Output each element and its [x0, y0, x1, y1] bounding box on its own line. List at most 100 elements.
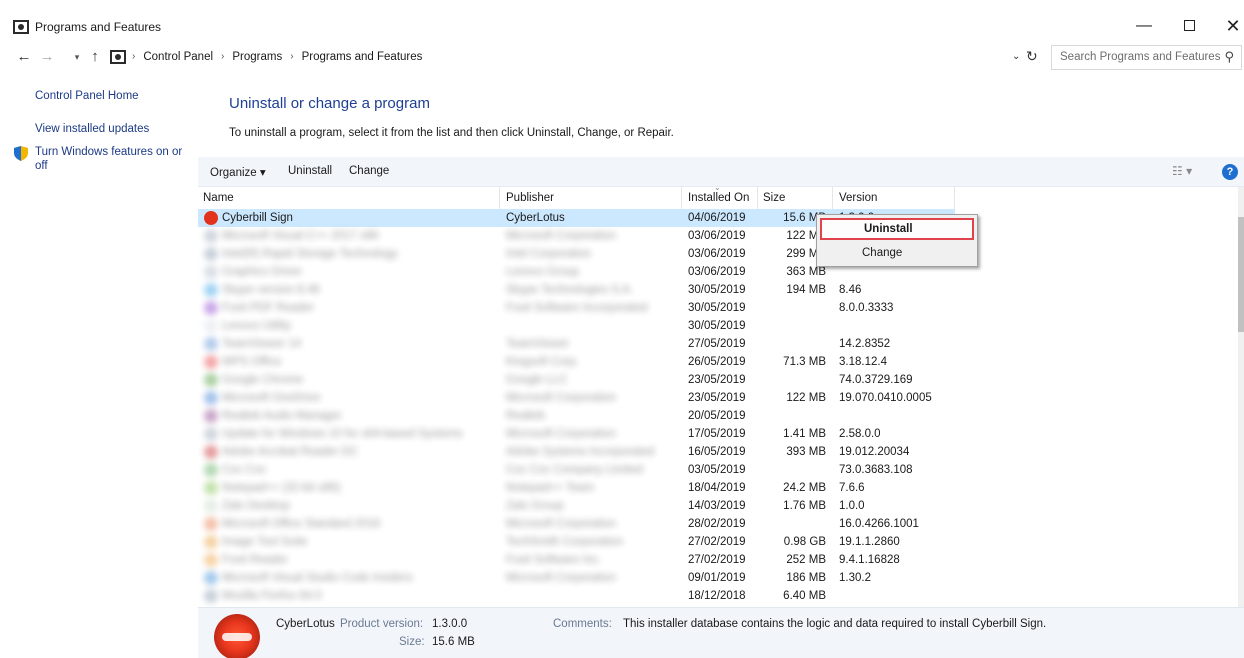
search-input[interactable] [1060, 46, 1220, 68]
refresh-icon[interactable]: ↻ [1026, 48, 1038, 65]
program-version: 8.46 [839, 284, 862, 296]
table-row[interactable]: Intel(R) Rapid Storage Technology Intel C… [198, 245, 1238, 263]
details-comments-label: Comments: [553, 618, 612, 630]
table-row[interactable]: Skype version 8.46 Skype Technologies S.A… [198, 281, 1238, 299]
vertical-scrollbar[interactable] [1238, 187, 1244, 607]
view-installed-updates-link[interactable]: View installed updates [35, 123, 149, 135]
program-publisher: Foxit Software Incorporated [506, 302, 648, 314]
uninstall-button[interactable]: Uninstall [288, 165, 332, 177]
organize-button[interactable]: Organize ▾ [210, 165, 266, 179]
program-version: 7.6.6 [839, 482, 865, 494]
table-row[interactable]: Lenovo Utility 30/05/2019 [198, 317, 1238, 335]
instructions-text: To uninstall a program, select it from t… [229, 127, 674, 139]
program-installed-on: 09/01/2019 [688, 572, 746, 584]
table-row[interactable]: Foxit PDF Reader Foxit Software Incorpora… [198, 299, 1238, 317]
program-name: Foxit PDF Reader [222, 302, 315, 314]
program-icon [204, 355, 218, 369]
close-button[interactable]: ✕ [1218, 16, 1244, 36]
details-size: 15.6 MB [432, 636, 475, 648]
column-header-installed-on[interactable]: Installed On [682, 187, 758, 209]
breadcrumb-separator-icon[interactable]: › [221, 51, 224, 63]
program-installed-on: 27/02/2019 [688, 554, 746, 566]
table-row[interactable]: Foxit Reader Foxit Software Inc. 27/02/201… [198, 551, 1238, 569]
up-arrow-icon[interactable]: ↑ [86, 48, 104, 65]
program-version: 2.58.0.0 [839, 428, 881, 440]
program-name: Coc Coc [222, 464, 267, 476]
program-icon [204, 247, 218, 261]
control-panel-icon [13, 20, 29, 34]
table-row[interactable]: TeamViewer 14 TeamViewer 27/05/2019 14.2.83… [198, 335, 1238, 353]
program-name: Mozilla Firefox 64.0 [222, 590, 322, 602]
table-row[interactable]: Google Chrome Google LLC 23/05/2019 74.0.37… [198, 371, 1238, 389]
table-row[interactable]: Zalo Desktop Zalo Group 14/03/2019 1.76 MB 1… [198, 497, 1238, 515]
column-header-size[interactable]: Size [758, 187, 833, 209]
search-icon[interactable]: ⚲ [1224, 49, 1234, 65]
program-icon [204, 553, 218, 567]
program-installed-on: 27/05/2019 [688, 338, 746, 350]
table-row[interactable]: Mozilla Firefox 64.0 18/12/2018 6.40 MB [198, 587, 1238, 605]
details-comments: This installer database contains the log… [623, 618, 1047, 630]
breadcrumb-programs-and-features[interactable]: Programs and Features [302, 51, 423, 63]
program-publisher: Microsoft Corporation [506, 428, 616, 440]
change-button[interactable]: Change [349, 165, 389, 177]
details-pane: CyberLotus Product version: 1.3.0.0 Size… [198, 607, 1244, 658]
minimize-button[interactable]: — [1129, 16, 1159, 36]
table-row[interactable]: Microsoft Visual Studio Code Insiders Mic… [198, 569, 1238, 587]
context-menu-uninstall[interactable]: Uninstall [820, 218, 974, 240]
program-installed-on: 18/04/2019 [688, 482, 746, 494]
program-name: Cyberbill Sign [222, 212, 293, 224]
program-icon [204, 211, 218, 225]
table-row[interactable]: WPS Office Kingsoft Corp. 26/05/2019 71.3 M… [198, 353, 1238, 371]
forward-arrow-icon[interactable]: → [38, 48, 56, 65]
recent-locations-chevron-icon[interactable]: ▾ [68, 52, 86, 63]
help-icon[interactable]: ? [1222, 164, 1238, 180]
table-row[interactable]: Adobe Acrobat Reader DC Adobe Systems Inc… [198, 443, 1238, 461]
program-installed-on: 27/02/2019 [688, 536, 746, 548]
program-version: 14.2.8352 [839, 338, 891, 350]
table-row[interactable]: Microsoft Office Standard 2016 Microsoft … [198, 515, 1238, 533]
program-installed-on: 30/05/2019 [688, 302, 746, 314]
breadcrumb-separator-icon[interactable]: › [132, 51, 135, 63]
view-options-icon[interactable]: ☷ ▾ [1172, 164, 1192, 178]
back-arrow-icon[interactable]: ← [15, 48, 33, 65]
program-installed-on: 30/05/2019 [688, 284, 746, 296]
column-header-version[interactable]: Version [833, 187, 955, 209]
address-bar: ← → ▾ ↑ › Control Panel › Programs › Pro… [0, 44, 1244, 72]
program-name: WPS Office [222, 356, 282, 368]
program-icon [204, 445, 218, 459]
context-menu-change[interactable]: Change [820, 242, 974, 264]
table-row[interactable]: Image Tool Suite TechSmith Corporation 27/… [198, 533, 1238, 551]
breadcrumb-programs[interactable]: Programs [232, 51, 282, 63]
left-nav: Control Panel Home View installed update… [0, 80, 198, 658]
program-size: 252 MB [786, 554, 826, 566]
address-dropdown-icon[interactable]: ⌄ [1012, 51, 1020, 62]
program-version: 8.0.0.3333 [839, 302, 894, 314]
scrollbar-thumb[interactable] [1238, 217, 1244, 332]
program-version: 1.0.0 [839, 500, 865, 512]
table-row[interactable]: Realtek Audio Manager Realtek 20/05/2019 [198, 407, 1238, 425]
breadcrumb-control-panel[interactable]: Control Panel [143, 51, 213, 63]
program-rows: Cyberbill Sign CyberLotus 04/06/2019 15.6 M… [198, 209, 1238, 605]
program-installed-on: 28/02/2019 [688, 518, 746, 530]
program-icon [204, 265, 218, 279]
table-row[interactable]: Microsoft OneDrive Microsoft Corporation 2… [198, 389, 1238, 407]
table-row[interactable]: Coc Coc Coc Coc Company Limited 03/05/2019… [198, 461, 1238, 479]
maximize-button[interactable] [1174, 16, 1204, 36]
program-icon [204, 409, 218, 423]
table-row[interactable]: Microsoft Visual C++ 2017 x86 Microsoft C… [198, 227, 1238, 245]
column-header-name[interactable]: Name [198, 187, 500, 209]
control-panel-icon [110, 50, 126, 64]
details-product-version: 1.3.0.0 [432, 618, 468, 630]
search-box[interactable]: ⚲ [1051, 45, 1242, 70]
program-size: 6.40 MB [783, 590, 826, 602]
table-row[interactable]: Update for Windows 10 for x64-based Syst… [198, 425, 1238, 443]
program-name: Update for Windows 10 for x64-based Syst… [222, 428, 463, 440]
table-row[interactable]: Graphics Driver Lenovo Group 03/06/2019 363… [198, 263, 1238, 281]
table-row[interactable]: Notepad++ (32-bit x86) Notepad++ Team 18/0… [198, 479, 1238, 497]
control-panel-home-link[interactable]: Control Panel Home [35, 90, 139, 102]
column-header-publisher[interactable]: Publisher [500, 187, 682, 209]
turn-windows-features-link[interactable]: Turn Windows features on or off [35, 145, 185, 173]
program-name: Microsoft Visual C++ 2017 x86 [222, 230, 379, 242]
page-title: Uninstall or change a program [229, 95, 430, 112]
breadcrumb-separator-icon[interactable]: › [290, 51, 293, 63]
